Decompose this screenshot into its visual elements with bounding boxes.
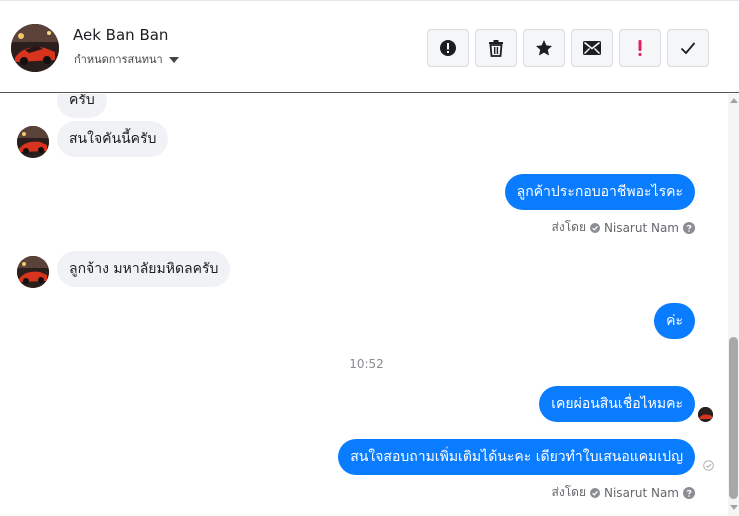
outgoing-message[interactable]: ลูกค้าประกอบอาชีพอะไรคะ xyxy=(504,174,695,210)
outgoing-message[interactable]: เคยผ่อนสินเชื่อไหมคะ xyxy=(539,386,695,422)
star-icon xyxy=(536,40,552,56)
follow-up-button[interactable] xyxy=(619,29,661,67)
delete-button[interactable] xyxy=(475,29,517,67)
message-thread: ครับ สนใจคันนี้ครับ ลูกค้าประกอบอาชีพอะไ… xyxy=(0,94,728,516)
scroll-down-arrow-icon[interactable] xyxy=(730,505,738,510)
conversation-header: Aek Ban Ban กำหนดการสนทนา xyxy=(0,0,739,93)
read-receipt-avatar xyxy=(698,407,713,422)
star-button[interactable] xyxy=(523,29,565,67)
incoming-message[interactable]: ครับ xyxy=(57,94,107,118)
conversation-window: Aek Ban Ban กำหนดการสนทนา ครับ สนใจคันนี… xyxy=(0,0,739,516)
conversation-schedule-dropdown[interactable]: กำหนดการสนทนา xyxy=(74,50,179,68)
outgoing-message[interactable]: ค่ะ xyxy=(654,303,695,339)
sender-avatar xyxy=(17,126,49,158)
envelope-icon xyxy=(583,41,601,55)
scroll-up-arrow-icon[interactable] xyxy=(730,98,738,103)
verified-icon xyxy=(590,222,600,233)
delivered-check-icon xyxy=(703,460,714,471)
exclamation-icon xyxy=(638,40,642,56)
mark-unread-button[interactable] xyxy=(571,29,613,67)
sent-by-name[interactable]: Nisarut Nam xyxy=(604,221,679,235)
mark-spam-button[interactable] xyxy=(427,29,469,67)
message-timestamp: 10:52 xyxy=(349,357,384,371)
check-icon xyxy=(680,42,696,55)
contact-name[interactable]: Aek Ban Ban xyxy=(73,26,168,44)
conversation-schedule-label: กำหนดการสนทนา xyxy=(74,53,163,66)
alert-icon xyxy=(440,40,456,56)
help-icon[interactable] xyxy=(683,221,695,234)
incoming-message[interactable]: สนใจคันนี้ครับ xyxy=(57,121,169,157)
incoming-message[interactable]: ลูกจ้าง มหาลัยมหิดลครับ xyxy=(57,251,231,287)
sent-by-row: ส่งโดย Nisarut Nam xyxy=(552,218,695,237)
verified-icon xyxy=(590,487,600,498)
help-icon[interactable] xyxy=(683,486,695,499)
contact-avatar[interactable] xyxy=(11,24,59,72)
top-divider xyxy=(0,0,739,4)
sent-by-label: ส่งโดย xyxy=(551,485,586,499)
trash-icon xyxy=(489,40,503,57)
outgoing-message[interactable]: สนใจสอบถามเพิ่มเติมได้นะคะ เดียวทำใบเสนอ… xyxy=(338,439,695,475)
scrollbar-thumb[interactable] xyxy=(729,337,738,499)
thread-scrollbar[interactable] xyxy=(728,94,739,516)
sent-by-row: ส่งโดย Nisarut Nam xyxy=(552,483,695,502)
sent-by-label: ส่งโดย xyxy=(551,220,586,234)
mark-done-button[interactable] xyxy=(667,29,709,67)
sender-avatar xyxy=(17,256,49,288)
caret-down-icon xyxy=(168,56,179,63)
conversation-toolbar xyxy=(427,29,709,67)
sent-by-name[interactable]: Nisarut Nam xyxy=(604,486,679,500)
